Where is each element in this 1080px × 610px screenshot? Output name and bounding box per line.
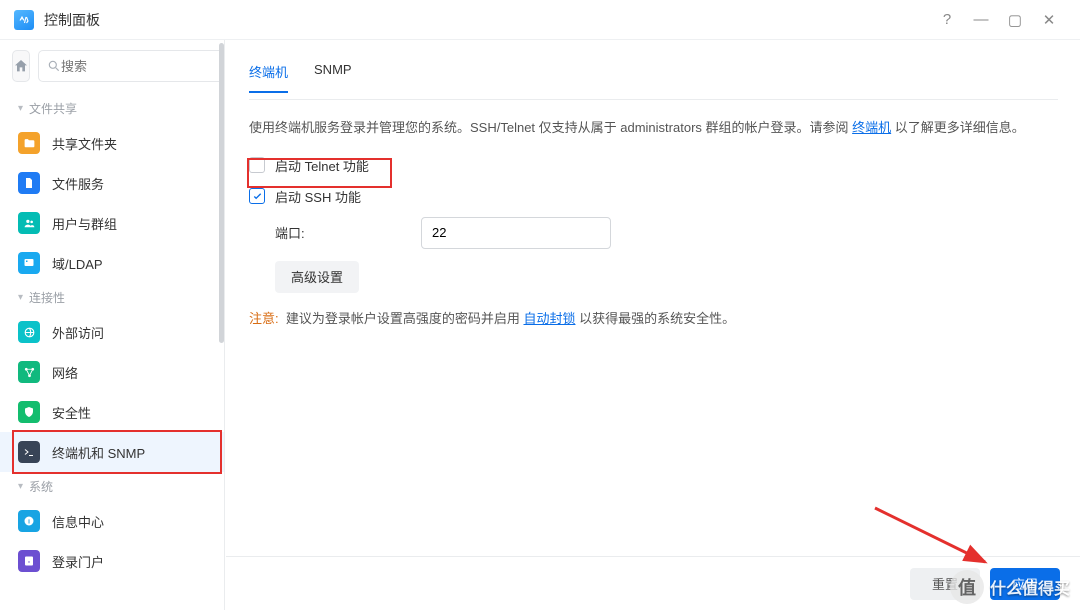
sidebar-item-label: 信息中心 bbox=[52, 512, 104, 531]
notice-label: 注意: bbox=[249, 311, 279, 326]
scrollbar-thumb[interactable] bbox=[219, 43, 224, 343]
footer: 重置 应用 bbox=[226, 556, 1080, 610]
sidebar-item-shared-folder[interactable]: 共享文件夹 bbox=[0, 123, 224, 163]
globe-icon bbox=[18, 321, 40, 343]
sidebar-item-label: 域/LDAP bbox=[52, 254, 103, 273]
sidebar-item-label: 终端机和 SNMP bbox=[52, 443, 145, 462]
port-input[interactable] bbox=[421, 217, 611, 249]
section-label: 文件共享 bbox=[29, 100, 77, 117]
tab-terminal[interactable]: 终端机 bbox=[249, 56, 288, 93]
chevron-down-icon: ▾ bbox=[18, 292, 23, 303]
notice-prefix: 建议为登录帐户设置高强度的密码并启用 bbox=[286, 311, 524, 326]
port-label: 端口: bbox=[275, 223, 421, 242]
domain-icon bbox=[18, 252, 40, 274]
home-button[interactable] bbox=[12, 50, 30, 82]
sidebar-item-security[interactable]: 安全性 bbox=[0, 392, 224, 432]
desc-suffix: 以了解更多详细信息。 bbox=[891, 120, 1025, 135]
folder-icon bbox=[18, 132, 40, 154]
app-icon bbox=[14, 10, 34, 30]
sidebar-item-network[interactable]: 网络 bbox=[0, 352, 224, 392]
sidebar-item-label: 安全性 bbox=[52, 403, 91, 422]
reset-button[interactable]: 重置 bbox=[910, 568, 980, 600]
sidebar-item-label: 文件服务 bbox=[52, 174, 104, 193]
sidebar: ▾ 文件共享 共享文件夹 文件服务 用户与群组 域/LDAP ▾ 连接性 外部访… bbox=[0, 40, 225, 610]
desc-prefix: 使用终端机服务登录并管理您的系统。SSH/Telnet 仅支持从属于 admin… bbox=[249, 120, 852, 135]
search-input[interactable] bbox=[61, 59, 225, 74]
telnet-checkbox[interactable] bbox=[249, 157, 265, 173]
terminal-icon bbox=[18, 441, 40, 463]
notice-text: 注意: 建议为登录帐户设置高强度的密码并启用 自动封锁 以获得最强的系统安全性。 bbox=[249, 309, 1058, 330]
sidebar-item-label: 外部访问 bbox=[52, 323, 104, 342]
telnet-label: 启动 Telnet 功能 bbox=[275, 156, 369, 175]
titlebar: 控制面板 ? — ▢ ✕ bbox=[0, 0, 1080, 40]
window-title: 控制面板 bbox=[44, 10, 100, 30]
sidebar-item-label: 共享文件夹 bbox=[52, 134, 117, 153]
section-label: 连接性 bbox=[29, 289, 65, 306]
network-icon bbox=[18, 361, 40, 383]
minimize-button[interactable]: — bbox=[964, 11, 998, 28]
svg-text:i: i bbox=[28, 519, 30, 526]
tabs: 终端机 SNMP bbox=[249, 56, 1058, 93]
help-button[interactable]: ? bbox=[930, 11, 964, 28]
notice-suffix: 以获得最强的系统安全性。 bbox=[576, 311, 736, 326]
chevron-down-icon: ▾ bbox=[18, 481, 23, 492]
sidebar-item-login-portal[interactable]: 登录门户 bbox=[0, 541, 224, 581]
ssh-checkbox[interactable] bbox=[249, 188, 265, 204]
telnet-checkbox-row: 启动 Telnet 功能 bbox=[249, 155, 1058, 176]
section-label: 系统 bbox=[29, 478, 53, 495]
file-icon bbox=[18, 172, 40, 194]
port-row: 端口: bbox=[275, 217, 1058, 249]
portal-icon bbox=[18, 550, 40, 572]
sidebar-item-users-groups[interactable]: 用户与群组 bbox=[0, 203, 224, 243]
shield-icon bbox=[18, 401, 40, 423]
section-connectivity[interactable]: ▾ 连接性 bbox=[0, 283, 224, 312]
sidebar-item-label: 网络 bbox=[52, 363, 78, 382]
section-file-sharing[interactable]: ▾ 文件共享 bbox=[0, 94, 224, 123]
apply-button[interactable]: 应用 bbox=[990, 568, 1060, 600]
close-button[interactable]: ✕ bbox=[1032, 11, 1066, 29]
sidebar-item-file-services[interactable]: 文件服务 bbox=[0, 163, 224, 203]
ssh-checkbox-row: 启动 SSH 功能 bbox=[249, 186, 1058, 207]
content-area: 终端机 SNMP 使用终端机服务登录并管理您的系统。SSH/Telnet 仅支持… bbox=[225, 40, 1080, 610]
section-system[interactable]: ▾ 系统 bbox=[0, 472, 224, 501]
users-icon bbox=[18, 212, 40, 234]
search-box[interactable] bbox=[38, 50, 225, 82]
terminal-help-link[interactable]: 终端机 bbox=[852, 120, 891, 135]
advanced-settings-button[interactable]: 高级设置 bbox=[275, 261, 359, 293]
sidebar-item-external-access[interactable]: 外部访问 bbox=[0, 312, 224, 352]
sidebar-item-label: 用户与群组 bbox=[52, 214, 117, 233]
description-text: 使用终端机服务登录并管理您的系统。SSH/Telnet 仅支持从属于 admin… bbox=[249, 118, 1058, 139]
maximize-button[interactable]: ▢ bbox=[998, 11, 1032, 29]
tab-snmp[interactable]: SNMP bbox=[314, 56, 352, 93]
ssh-label: 启动 SSH 功能 bbox=[275, 187, 361, 206]
sidebar-item-terminal-snmp[interactable]: 终端机和 SNMP bbox=[0, 432, 224, 472]
sidebar-item-info-center[interactable]: i 信息中心 bbox=[0, 501, 224, 541]
info-icon: i bbox=[18, 510, 40, 532]
sidebar-item-domain-ldap[interactable]: 域/LDAP bbox=[0, 243, 224, 283]
sidebar-item-label: 登录门户 bbox=[52, 552, 104, 571]
auto-block-link[interactable]: 自动封锁 bbox=[523, 311, 575, 326]
chevron-down-icon: ▾ bbox=[18, 103, 23, 114]
